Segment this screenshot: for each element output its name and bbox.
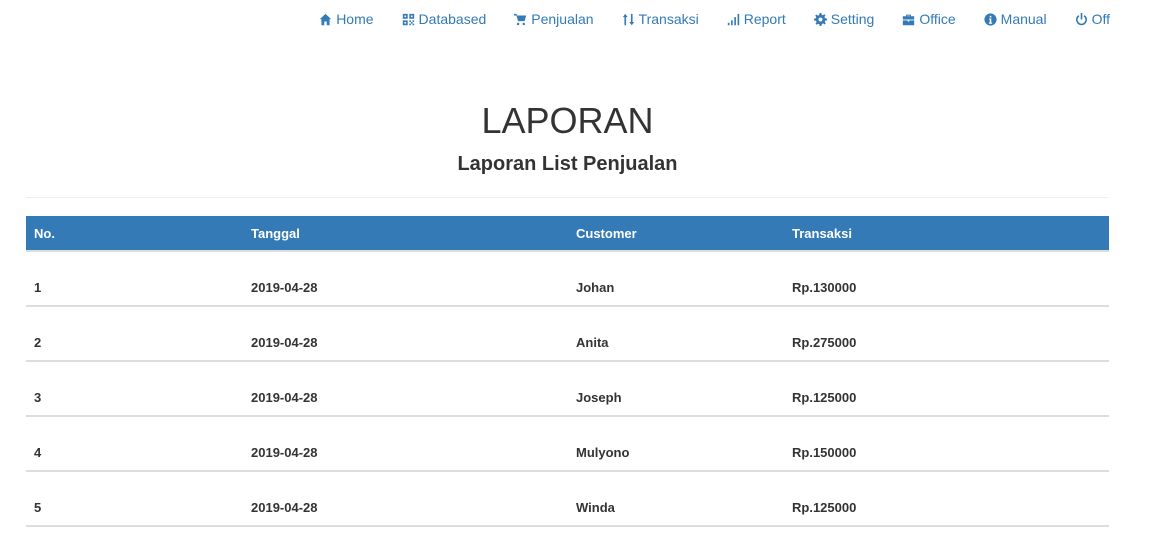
signal-icon (727, 13, 739, 25)
top-navbar: Home Databased Penjualan Transaksi Repor… (0, 0, 1164, 40)
qrcode-icon (402, 13, 414, 25)
nav-item-penjualan[interactable]: Penjualan (514, 11, 594, 27)
cell-transaksi: Rp.150000 (784, 416, 1109, 472)
gear-icon (813, 12, 827, 26)
page-header: LAPORAN Laporan List Penjualan (26, 95, 1109, 179)
sort-icon (622, 13, 634, 25)
page-title: LAPORAN (481, 100, 654, 141)
cell-no: 2 (26, 306, 243, 362)
nav-item-report[interactable]: Report (727, 11, 786, 27)
table-row: 4 2019-04-28 Mulyono Rp.150000 (26, 416, 1109, 472)
cell-customer: Anita (568, 306, 784, 362)
nav-item-label: Home (336, 11, 374, 27)
cell-no: 4 (26, 416, 243, 472)
nav-item-label: Manual (1000, 11, 1047, 27)
table-row: 3 2019-04-28 Joseph Rp.125000 (26, 361, 1109, 417)
header-divider (26, 197, 1109, 198)
sales-report-table: No. Tanggal Customer Transaksi 1 2019-04… (26, 216, 1109, 527)
cell-transaksi: Rp.125000 (784, 361, 1109, 417)
cell-tanggal: 2019-04-28 (243, 416, 568, 472)
cell-no: 3 (26, 361, 243, 417)
cell-transaksi: Rp.125000 (784, 471, 1109, 527)
nav-item-setting[interactable]: Setting (813, 11, 875, 27)
nav-item-label: Report (743, 11, 786, 27)
cell-customer: Mulyono (568, 416, 784, 472)
column-header-no: No. (26, 216, 243, 252)
cell-tanggal: 2019-04-28 (243, 251, 568, 307)
cell-tanggal: 2019-04-28 (243, 471, 568, 527)
column-header-transaksi: Transaksi (784, 216, 1109, 252)
nav-item-label: Penjualan (531, 11, 594, 27)
cell-tanggal: 2019-04-28 (243, 306, 568, 362)
nav-item-label: Databased (418, 11, 487, 27)
nav-item-transaksi[interactable]: Transaksi (622, 11, 699, 27)
page-subtitle: Laporan List Penjualan (457, 153, 678, 175)
table-header: No. Tanggal Customer Transaksi (26, 216, 1109, 252)
cell-customer: Joseph (568, 361, 784, 417)
cart-icon (514, 13, 527, 25)
nav-item-label: Transaksi (638, 11, 699, 27)
column-header-tanggal: Tanggal (243, 216, 568, 252)
table-row: 1 2019-04-28 Johan Rp.130000 (26, 251, 1109, 307)
nav-item-label: Off (1091, 11, 1110, 27)
power-icon (1075, 12, 1087, 25)
cell-transaksi: Rp.130000 (784, 251, 1109, 307)
nav-item-home[interactable]: Home (319, 11, 374, 27)
nav-item-label: Office (919, 11, 956, 27)
briefcase-icon (903, 14, 915, 25)
cell-customer: Johan (568, 251, 784, 307)
nav-item-databased[interactable]: Databased (402, 11, 487, 27)
cell-customer: Winda (568, 471, 784, 527)
nav-item-manual[interactable]: Manual (984, 11, 1047, 27)
nav-item-office[interactable]: Office (902, 11, 956, 27)
table-header-row: No. Tanggal Customer Transaksi (26, 216, 1109, 252)
table-row: 5 2019-04-28 Winda Rp.125000 (26, 471, 1109, 527)
cell-transaksi: Rp.275000 (784, 306, 1109, 362)
column-header-customer: Customer (568, 216, 784, 252)
nav-item-off[interactable]: Off (1075, 11, 1110, 27)
cell-no: 1 (26, 251, 243, 307)
nav-menu: Home Databased Penjualan Transaksi Repor… (319, 11, 1110, 27)
info-icon (984, 12, 997, 26)
cell-tanggal: 2019-04-28 (243, 361, 568, 417)
home-icon (320, 13, 332, 25)
nav-item-label: Setting (830, 11, 875, 27)
cell-no: 5 (26, 471, 243, 527)
table-body: 1 2019-04-28 Johan Rp.130000 2 2019-04-2… (26, 251, 1109, 527)
table-row: 2 2019-04-28 Anita Rp.275000 (26, 306, 1109, 362)
